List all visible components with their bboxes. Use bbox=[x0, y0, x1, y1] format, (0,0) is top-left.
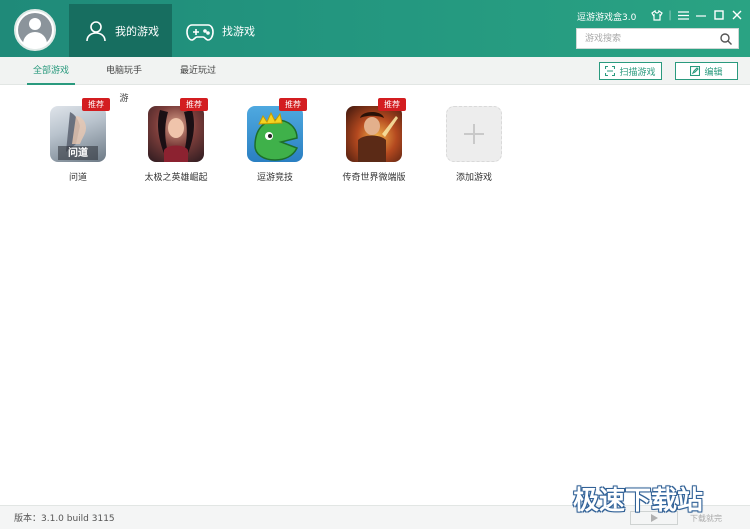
game-label: 太极之英雄崛起 bbox=[144, 173, 208, 183]
search-input[interactable] bbox=[577, 29, 715, 48]
minimize-icon[interactable] bbox=[692, 8, 710, 22]
recommend-badge: 推荐 bbox=[82, 98, 110, 111]
add-game-label: 添加游戏 bbox=[455, 173, 492, 183]
edit-icon bbox=[690, 66, 701, 76]
game-icon-chuanqi bbox=[346, 106, 402, 162]
user-icon bbox=[86, 20, 106, 41]
add-game-button[interactable] bbox=[446, 106, 502, 162]
header-bar: 我的游戏 找游戏 逗游游戏盒3.0 | bbox=[0, 0, 750, 57]
edit-label: 编辑 bbox=[704, 67, 723, 78]
app-title: 逗游游戏盒3.0 bbox=[577, 13, 637, 23]
close-icon[interactable] bbox=[728, 8, 746, 22]
watermark: 极速下载站 bbox=[573, 486, 704, 516]
maximize-icon[interactable] bbox=[710, 8, 728, 22]
wendao-logo-text: 问道 bbox=[68, 146, 88, 159]
game-icon-douyou-jingji bbox=[247, 106, 303, 162]
recommend-badge: 推荐 bbox=[378, 98, 406, 111]
scan-games-label: 扫描游戏 bbox=[619, 67, 656, 78]
recommend-badge: 推荐 bbox=[180, 98, 208, 111]
scan-games-button[interactable]: 扫描游戏 bbox=[599, 62, 662, 80]
game-label: 逗游竞技 bbox=[256, 173, 293, 183]
tab-find-games-label: 找游戏 bbox=[222, 24, 255, 38]
tab-my-games[interactable]: 我的游戏 bbox=[69, 4, 172, 57]
game-label: 问道 bbox=[68, 173, 87, 183]
tab-all-games[interactable]: 全部游戏 bbox=[27, 57, 75, 85]
game-icon-taiji bbox=[148, 106, 204, 162]
gamepad-icon bbox=[186, 23, 214, 41]
scan-icon bbox=[605, 66, 616, 76]
tab-pc-mobile-games[interactable]: 电脑玩手游 bbox=[102, 57, 146, 104]
game-label: 传奇世界微端版 bbox=[342, 173, 406, 183]
version-text: 版本：3.1.0 build 3115 bbox=[14, 514, 115, 524]
menu-icon[interactable] bbox=[674, 8, 692, 22]
plus-icon bbox=[464, 124, 484, 144]
edit-button[interactable]: 编辑 bbox=[675, 62, 738, 80]
window-controls: | bbox=[648, 8, 746, 22]
game-icon-wendao: 问道 bbox=[50, 106, 106, 162]
search-icon[interactable] bbox=[715, 29, 737, 48]
recommend-badge: 推荐 bbox=[279, 98, 307, 111]
skin-icon[interactable] bbox=[648, 8, 666, 22]
tab-recently-played[interactable]: 最近玩过 bbox=[180, 57, 216, 85]
search-box bbox=[576, 28, 739, 49]
separator: | bbox=[668, 9, 672, 21]
tab-find-games[interactable]: 找游戏 bbox=[172, 4, 282, 57]
avatar[interactable] bbox=[14, 9, 56, 51]
tab-my-games-label: 我的游戏 bbox=[115, 24, 159, 38]
